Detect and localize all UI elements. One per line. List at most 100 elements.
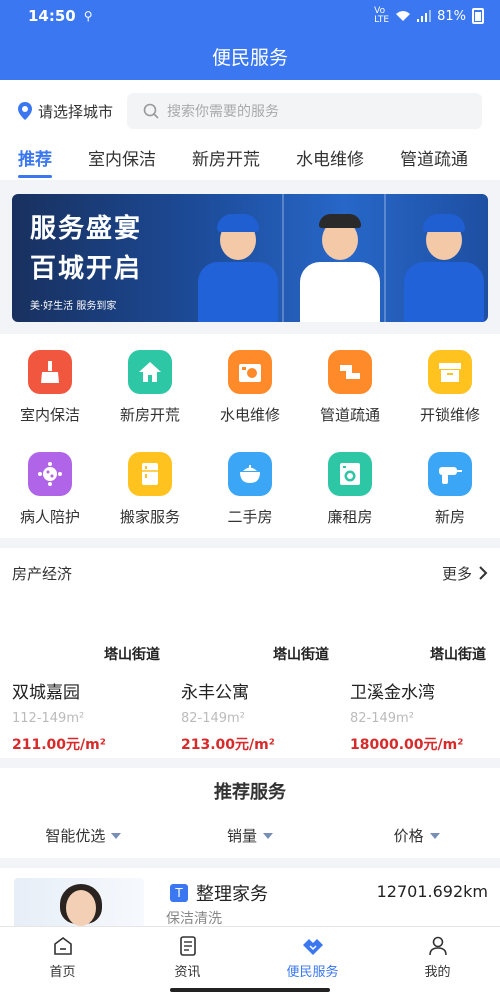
service-name: 整理家务 (196, 884, 268, 905)
tabbar-label: 便民服务 (286, 965, 339, 980)
filter-label: 智能优选 (45, 826, 106, 845)
more-link[interactable]: 更多 (442, 563, 488, 584)
banner-worker-image (300, 214, 380, 322)
banner-worker-image (404, 214, 484, 322)
service-item[interactable]: 搬家服务 (100, 436, 200, 536)
real-estate-section: 房产经济 更多 塔山街道 双城嘉园 112-149m² 211.00元/m² 塔… (0, 548, 500, 758)
service-item[interactable]: 廉租房 (300, 436, 400, 536)
usb-icon: ⚲ (83, 9, 93, 23)
tabbar-label: 首页 (49, 965, 76, 980)
service-label: 搬家服务 (119, 508, 180, 526)
home-indicator[interactable] (170, 988, 330, 992)
service-item[interactable]: 新房 (400, 436, 500, 536)
washing-machine-icon (328, 452, 372, 496)
search-input[interactable]: 搜索你需要的服务 (127, 93, 482, 129)
handshake-icon (302, 939, 323, 955)
service-thumbnail (14, 878, 144, 928)
property-card[interactable]: 塔山街道 卫溪金水湾 82-149m² 18000.00元/m² (350, 644, 500, 754)
service-item[interactable]: 二手房 (200, 436, 300, 536)
property-card[interactable]: 塔山街道 双城嘉园 112-149m² 211.00元/m² (12, 644, 180, 754)
title-bar: 便民服务 (0, 32, 500, 80)
banner-line2: 百城开启 (30, 254, 143, 284)
drill-icon (428, 452, 472, 496)
recommend-section: 推荐服务 智能优选 销量 价格 (0, 768, 500, 858)
tab-plumbing-electric[interactable]: 水电维修 (296, 145, 364, 178)
promo-banner[interactable]: 服务盛宴 百城开启 美·好生活 服务到家 (12, 194, 488, 322)
service-label: 开锁维修 (419, 406, 480, 424)
service-label: 管道疏通 (319, 406, 380, 424)
service-card[interactable]: T 整理家务 12701.692km 保洁清洗 (0, 868, 500, 928)
property-area: 82-149m² (350, 711, 414, 726)
news-icon (179, 936, 196, 956)
property-area: 112-149m² (12, 711, 85, 726)
signal-icon (417, 10, 432, 22)
status-right: Vo LTE 81% (374, 7, 484, 25)
service-tag-icon: T (170, 884, 188, 902)
service-item[interactable]: 室内保洁 (0, 334, 100, 434)
user-icon (428, 936, 447, 956)
virus-icon (28, 452, 72, 496)
tabbar-label: 资讯 (174, 965, 201, 980)
section-title: 房产经济 (12, 564, 73, 583)
filter-sales[interactable]: 销量 (167, 825, 334, 846)
banner-divider (384, 194, 386, 322)
tab-indoor-cleaning[interactable]: 室内保洁 (88, 145, 156, 178)
box-icon (428, 350, 472, 394)
service-label: 新房开荒 (119, 406, 180, 424)
property-name: 永丰公寓 (181, 683, 249, 703)
caret-down-icon (263, 833, 274, 839)
home-icon (53, 937, 72, 955)
city-label: 请选择城市 (38, 102, 114, 121)
service-label: 室内保洁 (19, 406, 80, 424)
property-area: 82-149m² (181, 711, 245, 726)
status-bar: 14:50 ⚲ Vo LTE 81% (0, 0, 500, 32)
status-time: 14:50 (28, 7, 76, 25)
property-street: 塔山街道 (273, 647, 329, 663)
tabbar-label: 我的 (424, 965, 451, 980)
filter-price[interactable]: 价格 (333, 825, 500, 846)
service-item[interactable]: 新房开荒 (100, 334, 200, 434)
search-placeholder: 搜索你需要的服务 (167, 104, 280, 120)
tabbar-mine[interactable]: 我的 (375, 927, 500, 1000)
tabbar-home[interactable]: 首页 (0, 927, 125, 1000)
tab-pipe-dredging[interactable]: 管道疏通 (400, 145, 468, 178)
property-card[interactable]: 塔山街道 永丰公寓 82-149m² 213.00元/m² (181, 644, 349, 754)
search-row: 请选择城市 搜索你需要的服务 (0, 80, 500, 132)
city-selector[interactable]: 请选择城市 (18, 101, 113, 122)
service-label: 水电维修 (219, 406, 280, 424)
banner-line1: 服务盛宴 (30, 214, 143, 244)
service-label: 廉租房 (327, 508, 373, 526)
service-item[interactable]: 水电维修 (200, 334, 300, 434)
property-street: 塔山街道 (104, 647, 160, 663)
tab-recommend[interactable]: 推荐 (18, 145, 52, 178)
broom-icon (28, 350, 72, 394)
page-title: 便民服务 (211, 46, 288, 69)
battery-icon (472, 8, 484, 24)
chevron-right-icon (479, 566, 488, 580)
filter-label: 价格 (393, 826, 424, 845)
battery-percent: 81% (437, 8, 466, 24)
caret-down-icon (429, 833, 440, 839)
search-icon (143, 103, 159, 119)
service-grid: 室内保洁 新房开荒 水电维修 管道疏通 开锁维修 病人陪护 搬家服务 二手房 廉… (0, 334, 500, 538)
filter-smart[interactable]: 智能优选 (0, 825, 167, 846)
tab-new-house-cleaning[interactable]: 新房开荒 (192, 145, 260, 178)
fridge-icon (128, 452, 172, 496)
banner-worker-image (198, 214, 278, 322)
pipe-icon (328, 350, 372, 394)
top-area: 请选择城市 搜索你需要的服务 推荐 室内保洁 新房开荒 水电维修 管道疏通 (0, 80, 500, 180)
service-label: 病人陪护 (19, 508, 80, 526)
property-street: 塔山街道 (430, 647, 486, 663)
caret-down-icon (111, 833, 122, 839)
service-item[interactable]: 开锁维修 (400, 334, 500, 434)
house-icon (128, 350, 172, 394)
banner-subtitle: 美·好生活 服务到家 (30, 301, 117, 312)
service-label: 二手房 (227, 508, 273, 526)
filter-bar: 智能优选 销量 价格 (0, 812, 500, 858)
location-pin-icon (18, 102, 32, 120)
service-item[interactable]: 管道疏通 (300, 334, 400, 434)
service-label: 新房 (434, 508, 465, 526)
service-item[interactable]: 病人陪护 (0, 436, 100, 536)
filter-label: 销量 (227, 826, 258, 845)
pot-icon (228, 452, 272, 496)
